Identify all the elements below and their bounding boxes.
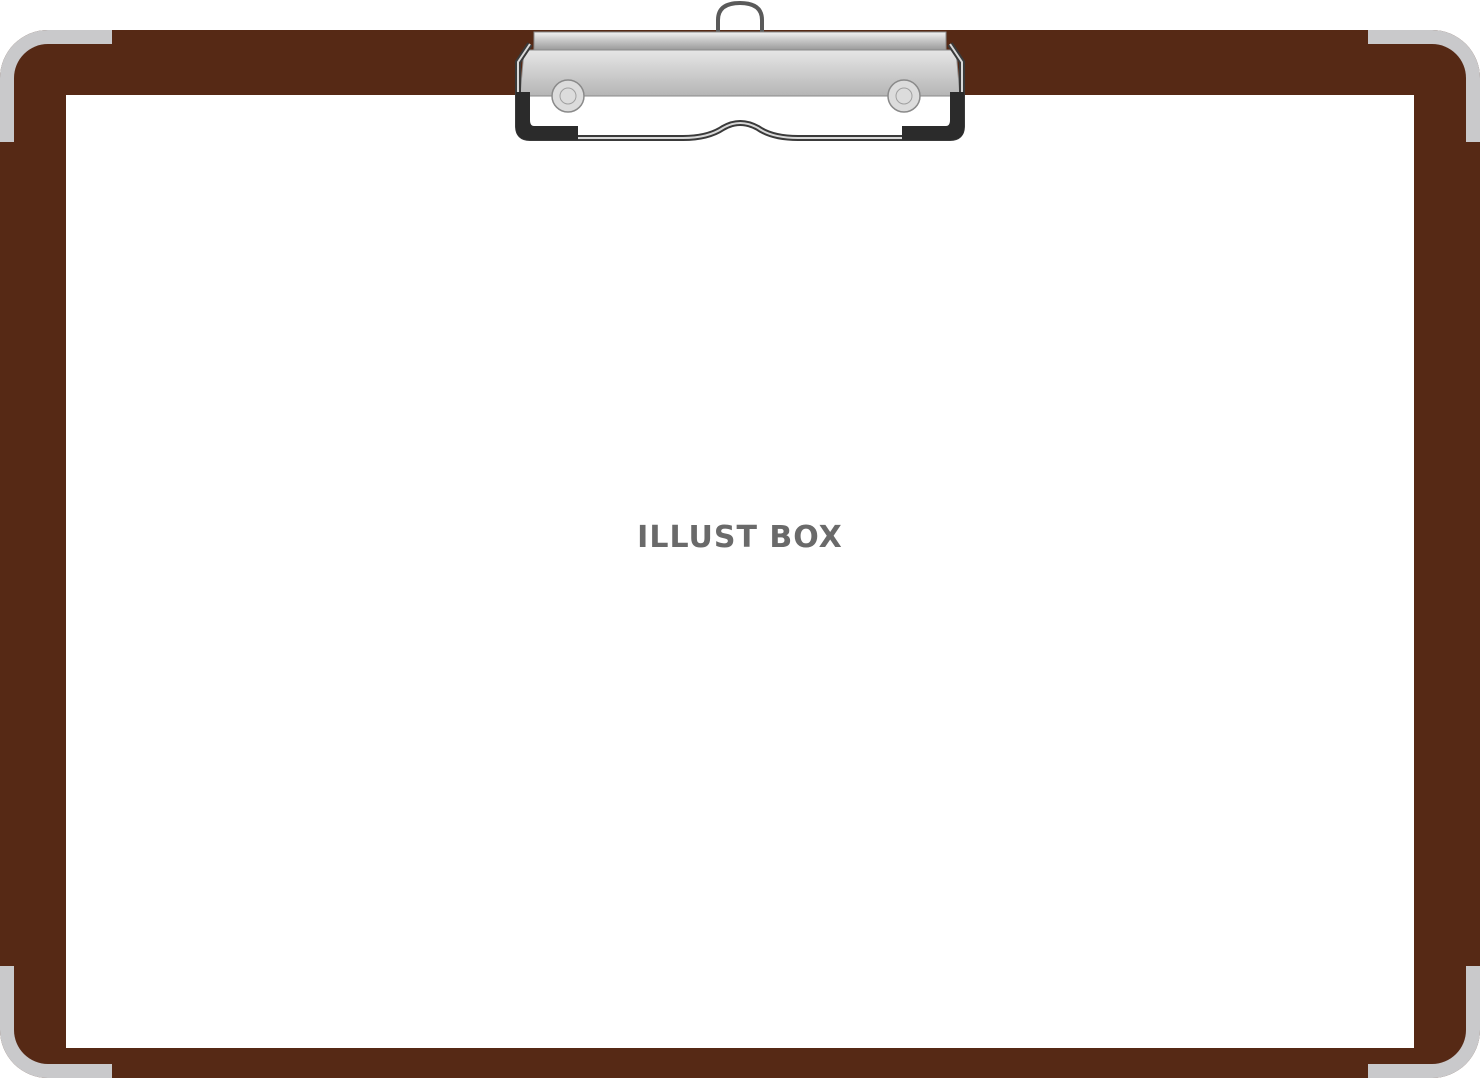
rivet-left (551, 79, 585, 113)
watermark-text: ILLUST BOX (637, 520, 843, 555)
rivet-right (887, 79, 921, 113)
hanging-ring (716, 0, 764, 36)
paper-sheet (66, 95, 1414, 1048)
metal-clip-icon (515, 0, 965, 141)
clipboard-illustration: ILLUST BOX (0, 0, 1480, 1078)
clip-top-bar (533, 31, 947, 51)
